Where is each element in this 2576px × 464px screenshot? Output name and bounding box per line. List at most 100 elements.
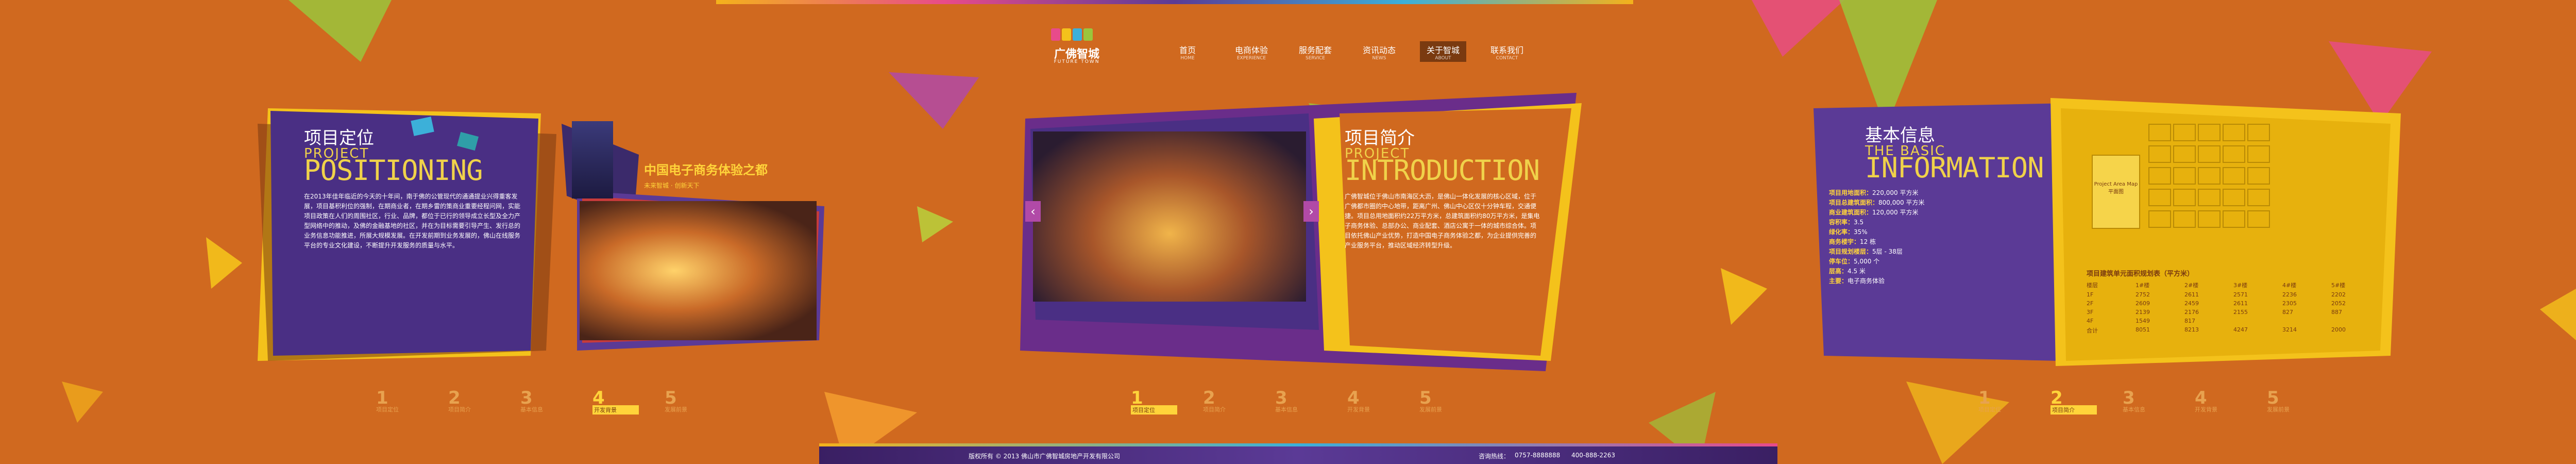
top-stripe [716,0,1633,4]
building-cell[interactable] [2148,167,2171,185]
area-table-title: 项目建筑单元面积规划表（平方米） [2087,270,2194,278]
panel-title-cn: 项目简介 [1345,128,1415,148]
building-cell[interactable] [2247,189,2270,206]
building-cell[interactable] [2223,167,2245,185]
table-cell: 4F [2087,318,2094,324]
table-cell [2331,318,2375,324]
step-2[interactable]: 2 项目简介 [448,388,495,415]
info-row: 项目总建筑面积：800,000 平方米 [1829,199,1925,206]
step-2[interactable]: 2 项目简介 [1203,388,1249,415]
area-table: 项目建筑单元面积规划表（平方米） 楼层 1#楼 2#楼 3#楼 4#楼 5#楼 1F 275… [2087,268,2375,335]
table-cell: 2236 [2282,291,2297,298]
step-4[interactable]: 4 开发背景 [2195,388,2241,415]
table-header: 5#楼 [2331,282,2346,289]
nav-home[interactable]: 首页 HOME [1164,41,1211,62]
building-cell[interactable] [2247,124,2270,141]
building-cell[interactable] [2223,210,2245,228]
nav-news[interactable]: 资讯动态 NEWS [1356,41,1402,62]
panel-title-en2: INFORMATION [1865,152,2044,184]
building-cell[interactable] [2148,189,2171,206]
building-cell[interactable] [2148,210,2171,228]
building-cell[interactable] [2223,145,2245,163]
step-3[interactable]: 3 基本信息 [2123,388,2169,415]
slogan-block: 中国电子商务体验之都 未来智城 · 创新天下 [644,160,829,190]
step-nav-2: 1 项目定位 2 项目简介 3 基本信息 4 开发背景 5 发展前景 [1131,388,1466,415]
table-cell: 2459 [2184,300,2199,307]
building-cell[interactable] [2173,124,2196,141]
building-cell[interactable] [2198,210,2221,228]
building-cell[interactable] [2247,210,2270,228]
site-plan-label: Project Area Map [2094,181,2138,187]
info-row: 容积率：3.5 [1829,219,1864,226]
footer-copyright: 版权所有 © 2013 佛山市广佛智城房地产开发有限公司 [969,453,1120,460]
step-2[interactable]: 2 项目简介 [2050,388,2097,415]
table-cell [2282,318,2326,324]
building-cell[interactable] [2148,145,2171,163]
building-cell[interactable] [2198,124,2221,141]
carousel-prev-button[interactable]: ‹ [1025,201,1041,222]
slogan-subtitle: 未来智城 · 创新天下 [644,182,700,189]
table-cell: 887 [2331,309,2342,316]
project-photo-aerial [1033,131,1306,302]
step-5[interactable]: 5 发展前景 [1419,388,1466,415]
step-3[interactable]: 3 基本信息 [520,388,567,415]
building-grid [2148,124,2270,228]
table-cell: 827 [2282,309,2293,316]
building-cell[interactable] [2173,210,2196,228]
step-1[interactable]: 1 项目定位 [1131,388,1177,415]
panel-body: 广佛智城位于佛山市南海区大沥，是佛山一体化发展的核心区域，位于广佛都市圈的中心地… [1345,193,1540,249]
site-logo[interactable]: 广佛智城 FUTURE TOWN [1041,28,1113,70]
site-plan-card[interactable]: Project Area Map 平面图 [2092,155,2140,229]
table-cell: 8051 [2136,326,2150,333]
step-4[interactable]: 4 开发背景 [592,388,639,415]
table-cell: 2155 [2233,309,2248,316]
nav-contact[interactable]: 联系我们 CONTACT [1484,41,1530,62]
project-photo-night [580,201,817,340]
table-cell: 2176 [2184,309,2199,316]
info-row: 项目用地面积：220,000 平方米 [1829,189,1919,196]
step-3[interactable]: 3 基本信息 [1275,388,1321,415]
info-row: 绿化率：35% [1829,228,1868,236]
panel-title-cn: 基本信息 [1865,125,1935,146]
table-header: 4#楼 [2282,282,2297,289]
logo-icon [1051,28,1103,44]
building-cell[interactable] [2198,167,2221,185]
table-cell: 3214 [2282,326,2297,333]
building-cell[interactable] [2198,145,2221,163]
slogan-title: 中国电子商务体验之都 [644,163,768,177]
step-5[interactable]: 5 发展前景 [2267,388,2313,415]
table-cell: 2139 [2136,309,2150,316]
step-nav-1: 1 项目定位 2 项目简介 3 基本信息 4 开发背景 5 发展前景 [376,388,711,415]
nav-service[interactable]: 服务配套 SERVICE [1292,41,1338,62]
step-4[interactable]: 4 开发背景 [1347,388,1394,415]
building-cell[interactable] [2173,145,2196,163]
table-header: 2#楼 [2184,282,2199,289]
table-cell: 2305 [2282,300,2297,307]
logo-subtitle: FUTURE TOWN [1054,59,1100,64]
table-cell: 2609 [2136,300,2150,307]
building-cell[interactable] [2223,189,2245,206]
step-5[interactable]: 5 发展前景 [665,388,711,415]
nav-experience[interactable]: 电商体验 EXPERIENCE [1228,41,1275,62]
building-cell[interactable] [2223,124,2245,141]
tower-photo [572,121,613,198]
step-1[interactable]: 1 项目定位 [376,388,422,415]
area-table-grid: 楼层 1#楼 2#楼 3#楼 4#楼 5#楼 1F 2752 2611 2571 2236 2202… [2087,281,2375,335]
building-cell[interactable] [2247,145,2270,163]
building-cell[interactable] [2148,124,2171,141]
table-header: 1#楼 [2136,282,2150,289]
carousel-next-button[interactable]: › [1303,201,1319,222]
building-cell[interactable] [2173,167,2196,185]
table-cell: 合计 [2087,327,2098,334]
nav-about[interactable]: 关于智城 ABOUT [1420,41,1466,62]
main-nav: 首页 HOME 电商体验 EXPERIENCE 服务配套 SERVICE 资讯动态 NE… [1164,41,1530,62]
building-cell[interactable] [2198,189,2221,206]
footer-hotline-label: 咨询热线： [1479,453,1510,460]
info-list: 项目用地面积：220,000 平方米 项目总建筑面积：800,000 平方米 商… [1829,188,2056,286]
table-cell: 4247 [2233,326,2248,333]
building-cell[interactable] [2173,189,2196,206]
step-1[interactable]: 1 项目定位 [1978,388,2025,415]
building-cell[interactable] [2247,167,2270,185]
panel-title-en2: POSITIONING [304,154,483,187]
step-nav-3: 1 项目定位 2 项目简介 3 基本信息 4 开发背景 5 发展前景 [1978,388,2313,415]
